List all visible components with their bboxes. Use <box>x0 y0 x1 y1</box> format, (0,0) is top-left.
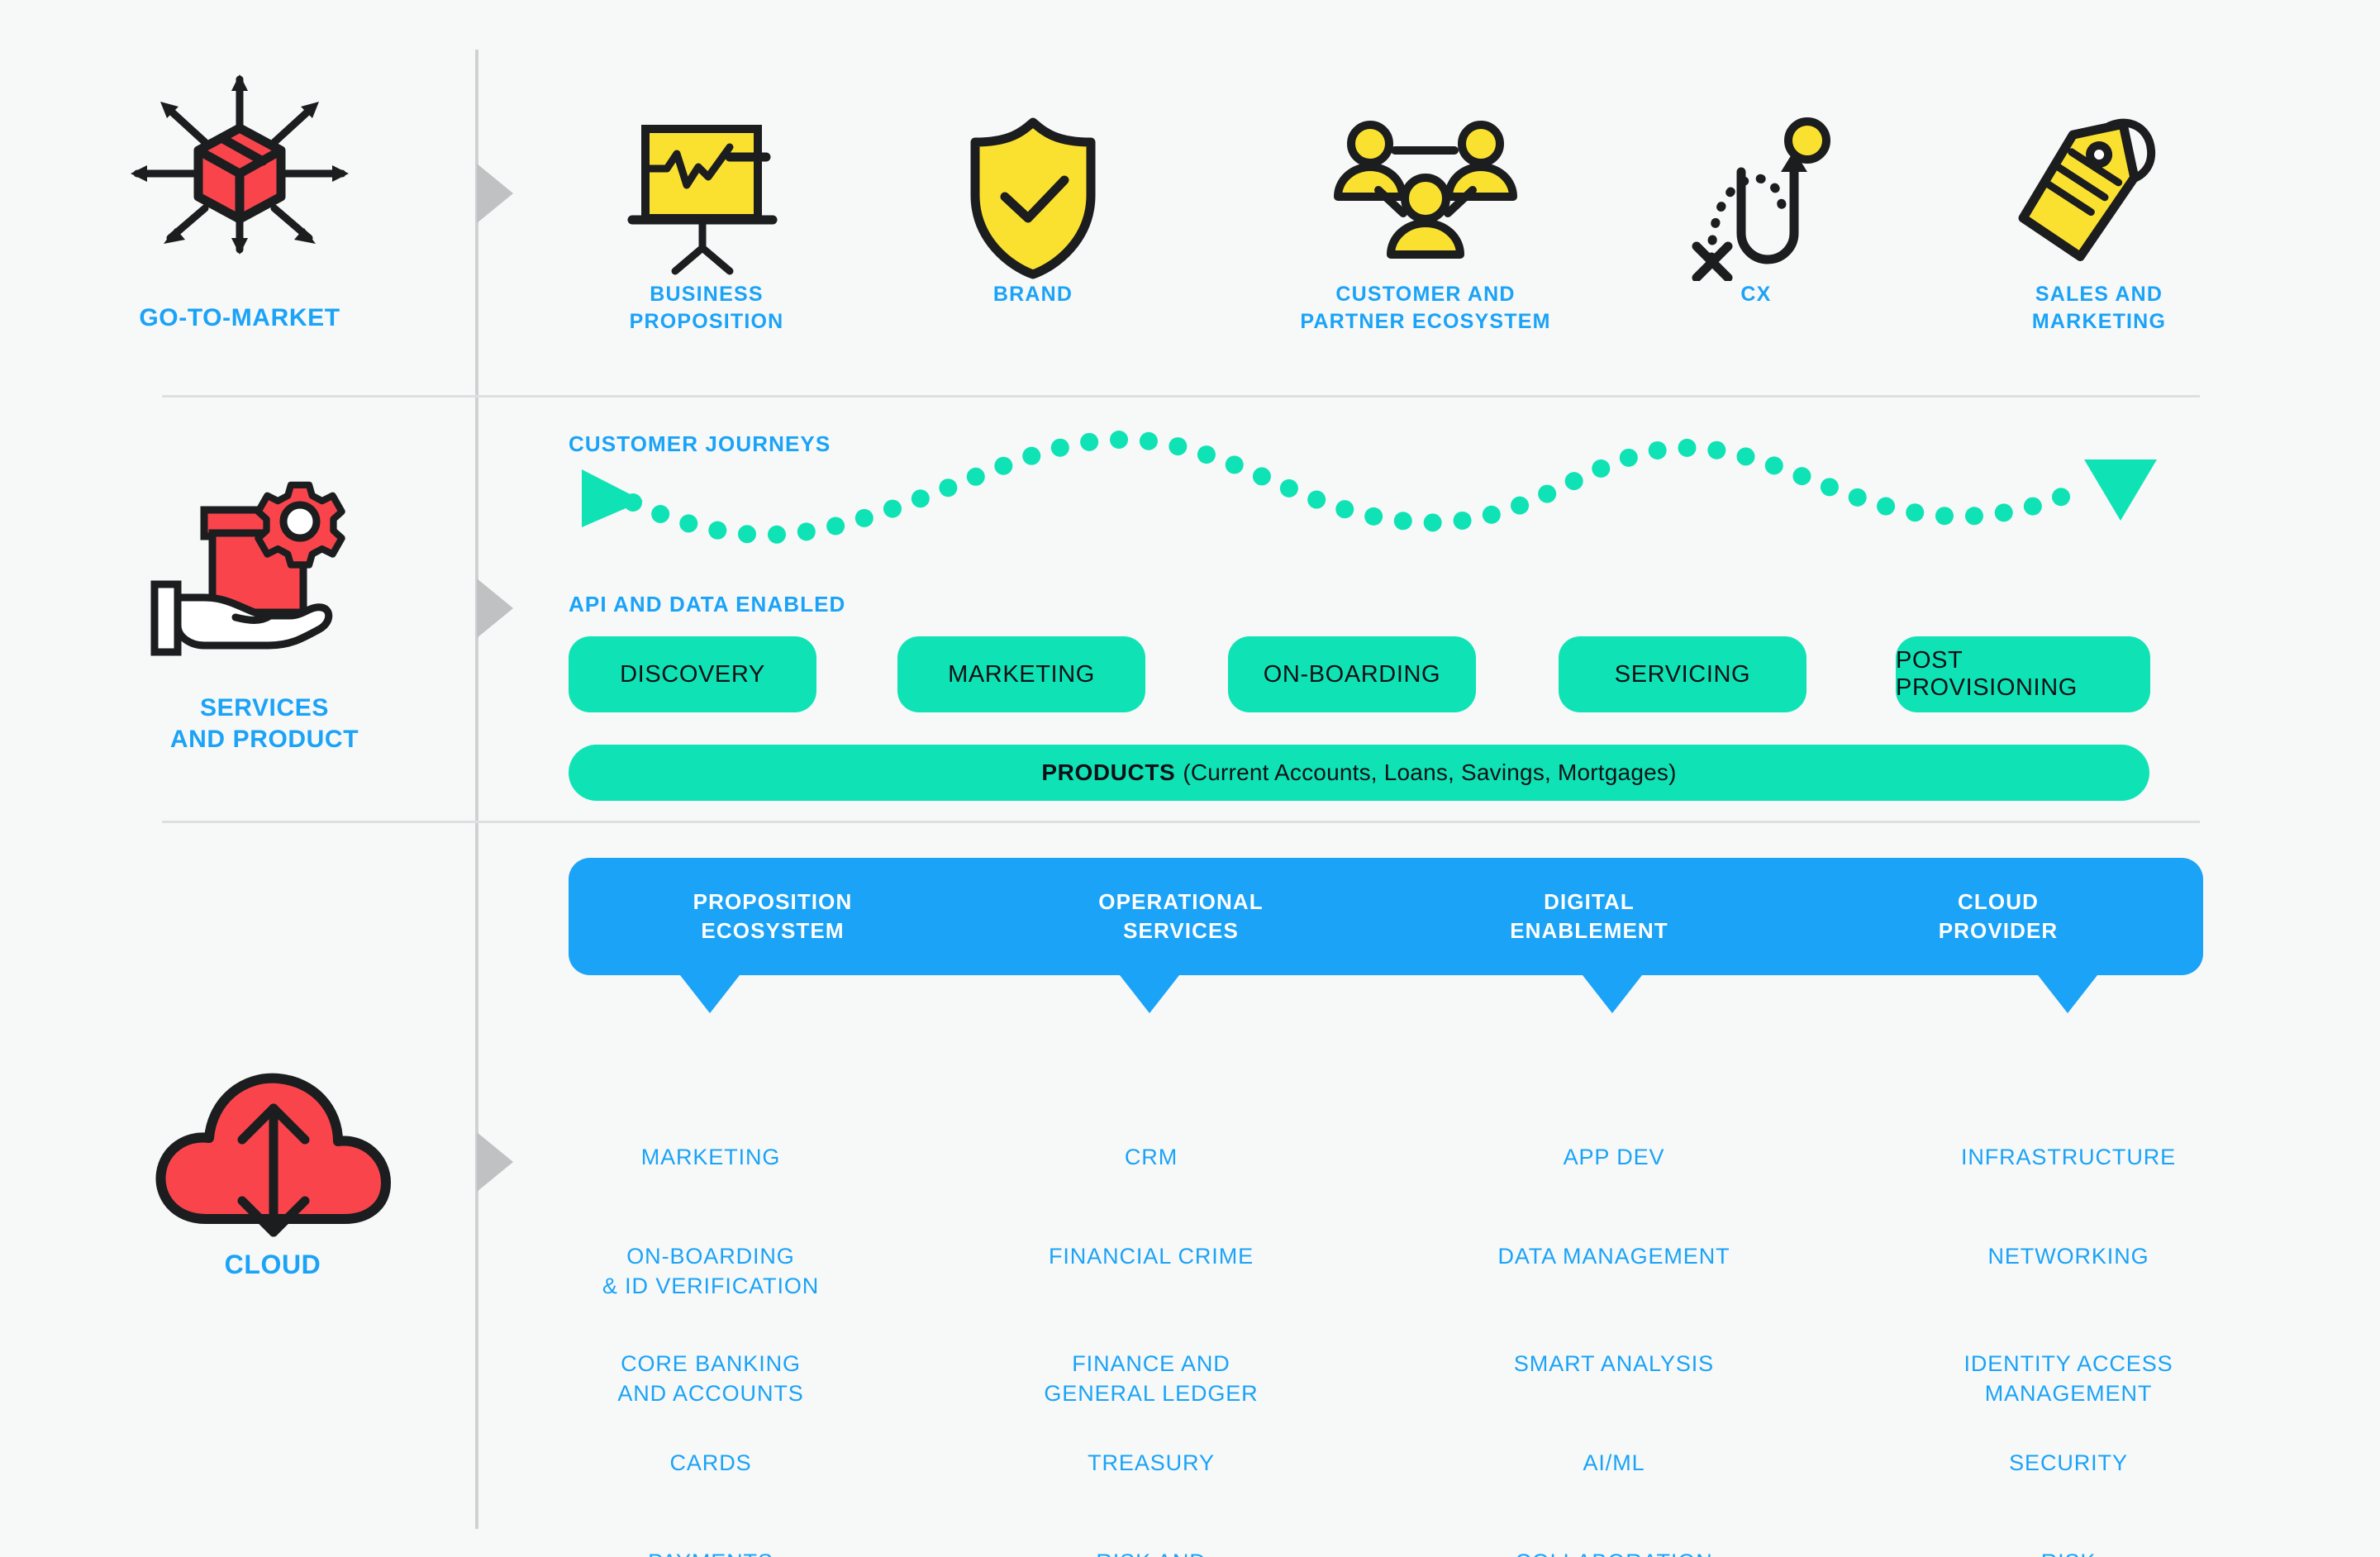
gtm-label-line2: MARKETING <box>2031 310 2167 333</box>
gtm-label-line1: BRAND <box>992 283 1073 306</box>
cloud-item[interactable]: DATA MANAGEMENT <box>1436 1242 1792 1272</box>
cloud-up-down-arrow-icon <box>153 1054 393 1244</box>
stage-pill-marketing[interactable]: MARKETING <box>897 636 1145 712</box>
cloud-item[interactable]: SMART ANALYSIS <box>1436 1350 1792 1379</box>
cloud-column-tab-3 <box>1583 975 1642 1013</box>
stage-pill-servicing[interactable]: SERVICING <box>1559 636 1806 712</box>
section-label-go-to-market: GO-TO-MARKET <box>139 304 340 331</box>
cloud-item[interactable]: PAYMENTS <box>533 1548 888 1557</box>
section-label-services: SERVICES AND PRODUCT <box>50 693 479 756</box>
cloud-column-header-digital-enablement[interactable]: DIGITAL ENABLEMENT <box>1385 858 1793 975</box>
cloud-column-tab-4 <box>2038 975 2097 1013</box>
cloud-item[interactable]: AI/ML <box>1436 1449 1792 1478</box>
journey-path-icon <box>1611 107 1901 281</box>
header-line2: PROVIDER <box>1938 918 2059 943</box>
customer-journey-wave <box>545 430 2165 558</box>
people-network-icon <box>1207 107 1645 281</box>
diagram-canvas: GO-TO-MARKET BUSINESS PROPOSITION BRAND … <box>0 0 2380 1557</box>
cloud-column-header-proposition-ecosystem[interactable]: PROPOSITION ECOSYSTEM <box>569 858 977 975</box>
presentation-chart-icon <box>529 107 884 281</box>
gtm-item-business-proposition[interactable]: BUSINESS PROPOSITION <box>529 107 884 336</box>
cloud-column-header-operational-services[interactable]: OPERATIONAL SERVICES <box>977 858 1385 975</box>
gtm-label-line1: SALES AND <box>2035 283 2163 306</box>
section-label-services-line2: AND PRODUCT <box>169 726 359 754</box>
gtm-label-line2: PARTNER ECOSYSTEM <box>1300 310 1551 333</box>
gtm-item-brand[interactable]: BRAND <box>901 107 1165 308</box>
cloud-item[interactable]: APP DEV <box>1436 1143 1792 1173</box>
stage-pill-on-boarding[interactable]: ON-BOARDING <box>1228 636 1476 712</box>
cloud-item[interactable]: FINANCIAL CRIME <box>973 1242 1329 1272</box>
cloud-item[interactable]: INFRASTRUCTURE <box>1891 1143 2246 1173</box>
products-detail: (Current Accounts, Loans, Savings, Mortg… <box>1183 759 1677 785</box>
rail-arrow-cloud <box>477 1132 513 1192</box>
header-line1: PROPOSITION <box>693 889 853 915</box>
rail-arrow-go-to-market <box>477 164 513 223</box>
products-label: PRODUCTS <box>1041 759 1176 785</box>
box-with-arrows-icon <box>107 66 372 256</box>
header-line1: OPERATIONAL <box>1098 889 1264 915</box>
gtm-item-customer-partner-ecosystem[interactable]: CUSTOMER AND PARTNER ECOSYSTEM <box>1207 107 1645 336</box>
cloud-item[interactable]: NETWORKING <box>1891 1242 2246 1272</box>
cloud-column-header-cloud-provider[interactable]: CLOUD PROVIDER <box>1793 858 2203 975</box>
cloud-item[interactable]: IDENTITY ACCESS MANAGEMENT <box>1891 1350 2246 1409</box>
cloud-item[interactable]: CRM <box>973 1143 1329 1173</box>
gtm-item-sales-and-marketing[interactable]: SALES AND MARKETING <box>1925 107 2273 336</box>
gtm-label-line1: BUSINESS <box>650 283 764 306</box>
gtm-label-line2: PROPOSITION <box>629 310 784 333</box>
section-divider-1 <box>162 395 2200 398</box>
gtm-item-cx[interactable]: CX <box>1611 107 1901 308</box>
cloud-column-tab-1 <box>680 975 740 1013</box>
cloud-item[interactable]: CORE BANKING AND ACCOUNTS <box>533 1350 888 1409</box>
header-line1: CLOUD <box>1958 889 2039 915</box>
cloud-item[interactable]: RISK ANDREGULATORYREPORTING <box>973 1548 1329 1557</box>
cloud-header-bar: PROPOSITION ECOSYSTEM OPERATIONAL SERVIC… <box>569 858 2203 975</box>
api-and-data-heading: API AND DATA ENABLED <box>569 592 846 617</box>
section-label-services-line1: SERVICES <box>200 694 329 721</box>
cloud-item[interactable]: SECURITY <box>1891 1449 2246 1478</box>
gtm-label-line1: CUSTOMER AND <box>1335 283 1516 306</box>
stage-pill-discovery[interactable]: DISCOVERY <box>569 636 816 712</box>
stage-pill-post-provisioning[interactable]: POST PROVISIONING <box>1896 636 2150 712</box>
cloud-item[interactable]: FINANCE AND GENERAL LEDGER <box>973 1350 1329 1409</box>
section-divider-2 <box>162 821 2200 823</box>
rail-arrow-services <box>477 579 513 638</box>
cloud-item[interactable]: RISKCONTROLS <box>1891 1548 2246 1557</box>
header-line2: ECOSYSTEM <box>701 918 845 943</box>
gtm-label-line1: CX <box>1740 283 1772 306</box>
header-line2: SERVICES <box>1123 918 1239 943</box>
cloud-column-tab-2 <box>1120 975 1179 1013</box>
price-tag-icon <box>1925 107 2273 281</box>
cloud-item[interactable]: MARKETING <box>533 1143 888 1173</box>
vertical-rail <box>475 50 478 1529</box>
header-line1: DIGITAL <box>1544 889 1635 915</box>
products-bar[interactable]: PRODUCTS (Current Accounts, Loans, Savin… <box>569 745 2149 801</box>
shield-check-icon <box>901 107 1165 281</box>
cloud-item[interactable]: TREASURY <box>973 1449 1329 1478</box>
cloud-item[interactable]: CARDS <box>533 1449 888 1478</box>
cloud-item[interactable]: COLLABORATION <box>1436 1548 1792 1557</box>
header-line2: ENABLEMENT <box>1510 918 1668 943</box>
hand-holding-box-gear-icon <box>145 475 384 690</box>
cloud-item[interactable]: ON-BOARDING & ID VERIFICATION <box>533 1242 888 1302</box>
section-label-cloud: CLOUD <box>224 1250 321 1279</box>
